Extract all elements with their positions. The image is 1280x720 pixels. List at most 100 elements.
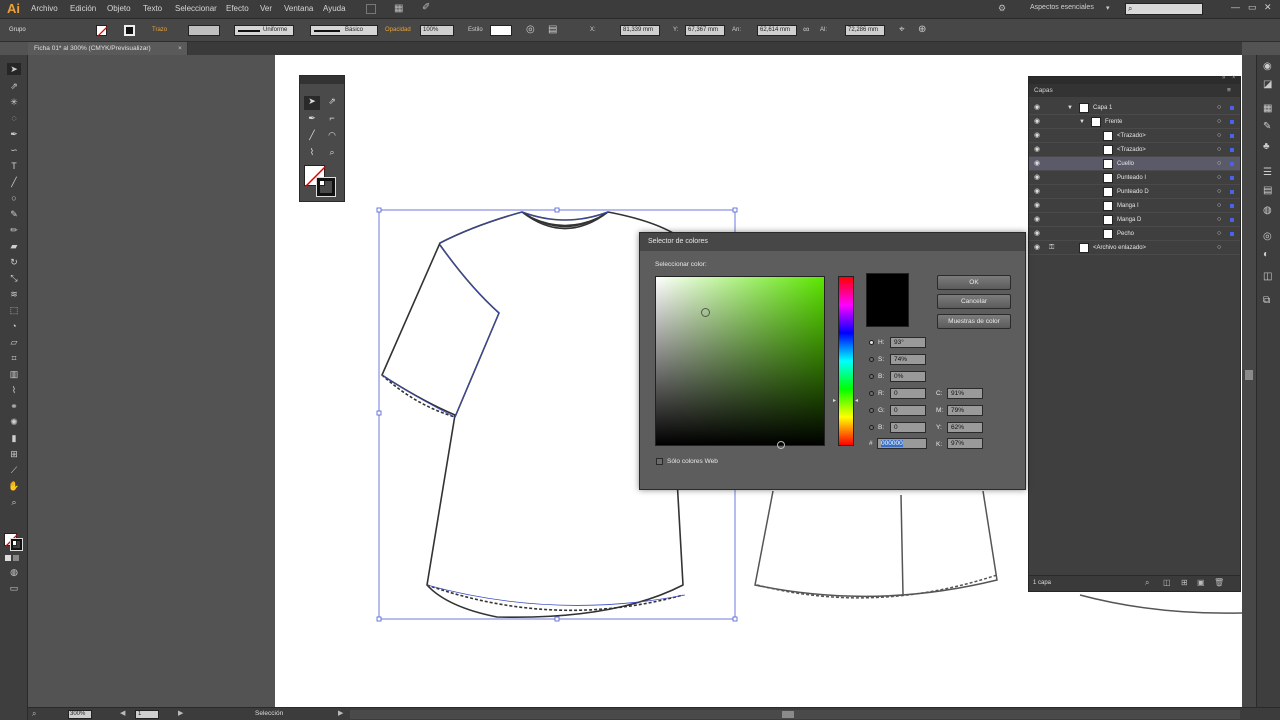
target-circle-icon[interactable]: ○ [1217, 241, 1221, 255]
m-field[interactable]: 79% [947, 405, 983, 416]
panel-grip[interactable] [300, 76, 344, 84]
eyedropper-tool-icon[interactable]: ⌇ [7, 384, 21, 396]
locate-object-icon[interactable]: ⌕ [1145, 578, 1149, 588]
artboards-icon[interactable]: ⧉ [1263, 295, 1270, 306]
color-panel-icon[interactable]: ◪ [1263, 79, 1272, 90]
stroke-color-box[interactable] [316, 177, 336, 197]
color-swatches-button[interactable]: Muestras de color [937, 314, 1011, 329]
k-field[interactable]: 97% [947, 438, 983, 449]
menu-texto[interactable]: Texto [143, 4, 162, 13]
layer-row[interactable]: ◉ Manga D ○ [1029, 213, 1240, 227]
expand-triangle-icon[interactable]: ▼ [1067, 101, 1073, 115]
workspace-gear-icon[interactable]: ⚙ [998, 3, 1006, 14]
zoom-tool-icon[interactable]: ⌕ [7, 496, 21, 508]
selection-indicator[interactable] [1230, 176, 1234, 180]
layer-row[interactable]: ◉ ⚿ <Archivo enlazado> ○ [1029, 241, 1240, 255]
selection-indicator[interactable] [1230, 134, 1234, 138]
screen-mode-icon[interactable]: ▭ [7, 582, 21, 594]
isolate-icon[interactable]: ⊕ [918, 24, 926, 35]
menu-ver[interactable]: Ver [260, 4, 272, 13]
color-cursor[interactable] [701, 308, 710, 317]
ok-button[interactable]: OK [937, 275, 1011, 290]
target-circle-icon[interactable]: ○ [1217, 199, 1221, 213]
document-tab[interactable]: Ficha 01* al 300% (CMYK/Previsualizar) × [28, 42, 188, 55]
panel-grip[interactable]: » × [1029, 75, 1240, 84]
fill-swatch[interactable] [96, 25, 108, 37]
graphic-styles-icon[interactable]: ◐ [1263, 249, 1269, 260]
artboard-tool-icon[interactable]: ⊞ [7, 448, 21, 460]
stroke-panel-icon[interactable]: ☰ [1263, 167, 1272, 178]
g-field[interactable]: 0 [890, 405, 926, 416]
visibility-eye-icon[interactable]: ◉ [1034, 241, 1040, 255]
radio-blue[interactable] [869, 425, 874, 430]
artboard-field[interactable]: 1 [135, 710, 159, 719]
hex-field[interactable]: 000000 [877, 438, 927, 449]
zoom-tool-icon[interactable]: ⌕ [324, 147, 340, 161]
close-tab-icon[interactable]: × [178, 42, 182, 55]
symbols-icon[interactable]: ♣ [1263, 141, 1270, 152]
layers-tab[interactable]: Capas ≡ [1029, 84, 1240, 97]
menu-objeto[interactable]: Objeto [107, 4, 131, 13]
lasso-tool-icon[interactable]: ◌ [7, 112, 21, 124]
anchor-tool-icon[interactable]: ⌐ [324, 113, 340, 127]
chevron-down-icon[interactable]: ▾ [1106, 4, 1110, 12]
layers-panel-icon[interactable]: ◫ [1263, 271, 1272, 282]
direct-selection-tool-icon[interactable]: ⇗ [324, 96, 340, 110]
color-mode-icon[interactable] [5, 555, 11, 561]
selection-indicator[interactable] [1230, 162, 1234, 166]
paintbrush-tool-icon[interactable]: ✎ [7, 208, 21, 220]
warp-tool-icon[interactable]: ≋ [7, 288, 21, 300]
layer-row[interactable]: ◉ Punteado I ○ [1029, 171, 1240, 185]
graph-tool-icon[interactable]: ▮ [7, 432, 21, 444]
target-circle-icon[interactable]: ○ [1217, 101, 1221, 115]
search-input[interactable]: ⌕ [1125, 3, 1203, 15]
pen-tool-icon[interactable]: ✒ [304, 113, 320, 127]
stroke-label[interactable]: Trazo [152, 27, 167, 33]
visibility-eye-icon[interactable]: ◉ [1034, 199, 1040, 213]
y-field[interactable]: 67,367 mm [685, 25, 725, 36]
recolor-icon[interactable]: ◎ [526, 24, 535, 35]
brightness-field[interactable]: 0% [890, 371, 926, 382]
minimize-icon[interactable]: — [1231, 2, 1240, 12]
arc-tool-icon[interactable]: ◠ [324, 130, 340, 144]
symbol-sprayer-tool-icon[interactable]: ✺ [7, 416, 21, 428]
visibility-eye-icon[interactable]: ◉ [1034, 227, 1040, 241]
visibility-eye-icon[interactable]: ◉ [1034, 171, 1040, 185]
opacity-label[interactable]: Opacidad [385, 27, 411, 33]
blue-field[interactable]: 0 [890, 422, 926, 433]
layer-row[interactable]: ◉ ▼ Frente ○ [1029, 115, 1240, 129]
stroke-swatch[interactable] [124, 25, 135, 36]
target-circle-icon[interactable]: ○ [1217, 227, 1221, 241]
target-circle-icon[interactable]: ○ [1217, 171, 1221, 185]
visibility-eye-icon[interactable]: ◉ [1034, 115, 1040, 129]
radio-green[interactable] [869, 408, 874, 413]
radio-brightness[interactable] [869, 374, 874, 379]
selection-indicator[interactable] [1230, 120, 1234, 124]
menu-efecto[interactable]: Efecto [226, 4, 249, 13]
shape-builder-tool-icon[interactable]: ◔ [7, 320, 21, 332]
free-transform-tool-icon[interactable]: ⬚ [7, 304, 21, 316]
color-field[interactable] [655, 276, 825, 449]
hand-tool-icon[interactable]: ✋ [7, 480, 21, 492]
mesh-tool-icon[interactable]: ⌗ [7, 352, 21, 364]
selection-indicator[interactable] [1230, 148, 1234, 152]
target-circle-icon[interactable]: ○ [1217, 143, 1221, 157]
next-artboard-icon[interactable]: ▶ [178, 709, 183, 717]
panel-menu-icon[interactable]: ≡ [1227, 84, 1231, 97]
menu-archivo[interactable]: Archivo [31, 4, 58, 13]
perspective-tool-icon[interactable]: ▱ [7, 336, 21, 348]
selection-indicator[interactable] [1230, 106, 1234, 110]
target-circle-icon[interactable]: ○ [1217, 213, 1221, 227]
radio-hue[interactable] [869, 340, 874, 345]
cancel-button[interactable]: Cancelar [937, 294, 1011, 309]
eyedropper-tool-icon[interactable]: ⌇ [304, 147, 320, 161]
workspace-switcher[interactable]: Aspectos esenciales [1030, 4, 1094, 11]
layer-row[interactable]: ◉ Cuello ○ [1029, 157, 1240, 171]
c-field[interactable]: 91% [947, 388, 983, 399]
brush-dropdown[interactable]: Básico [310, 25, 378, 36]
stroke-profile-dropdown[interactable]: Uniforme [234, 25, 294, 36]
color-guide-icon[interactable]: ◉ [1263, 61, 1272, 72]
curvature-tool-icon[interactable]: ∽ [7, 144, 21, 156]
yellow-field[interactable]: 62% [947, 422, 983, 433]
selection-indicator[interactable] [1230, 232, 1234, 236]
